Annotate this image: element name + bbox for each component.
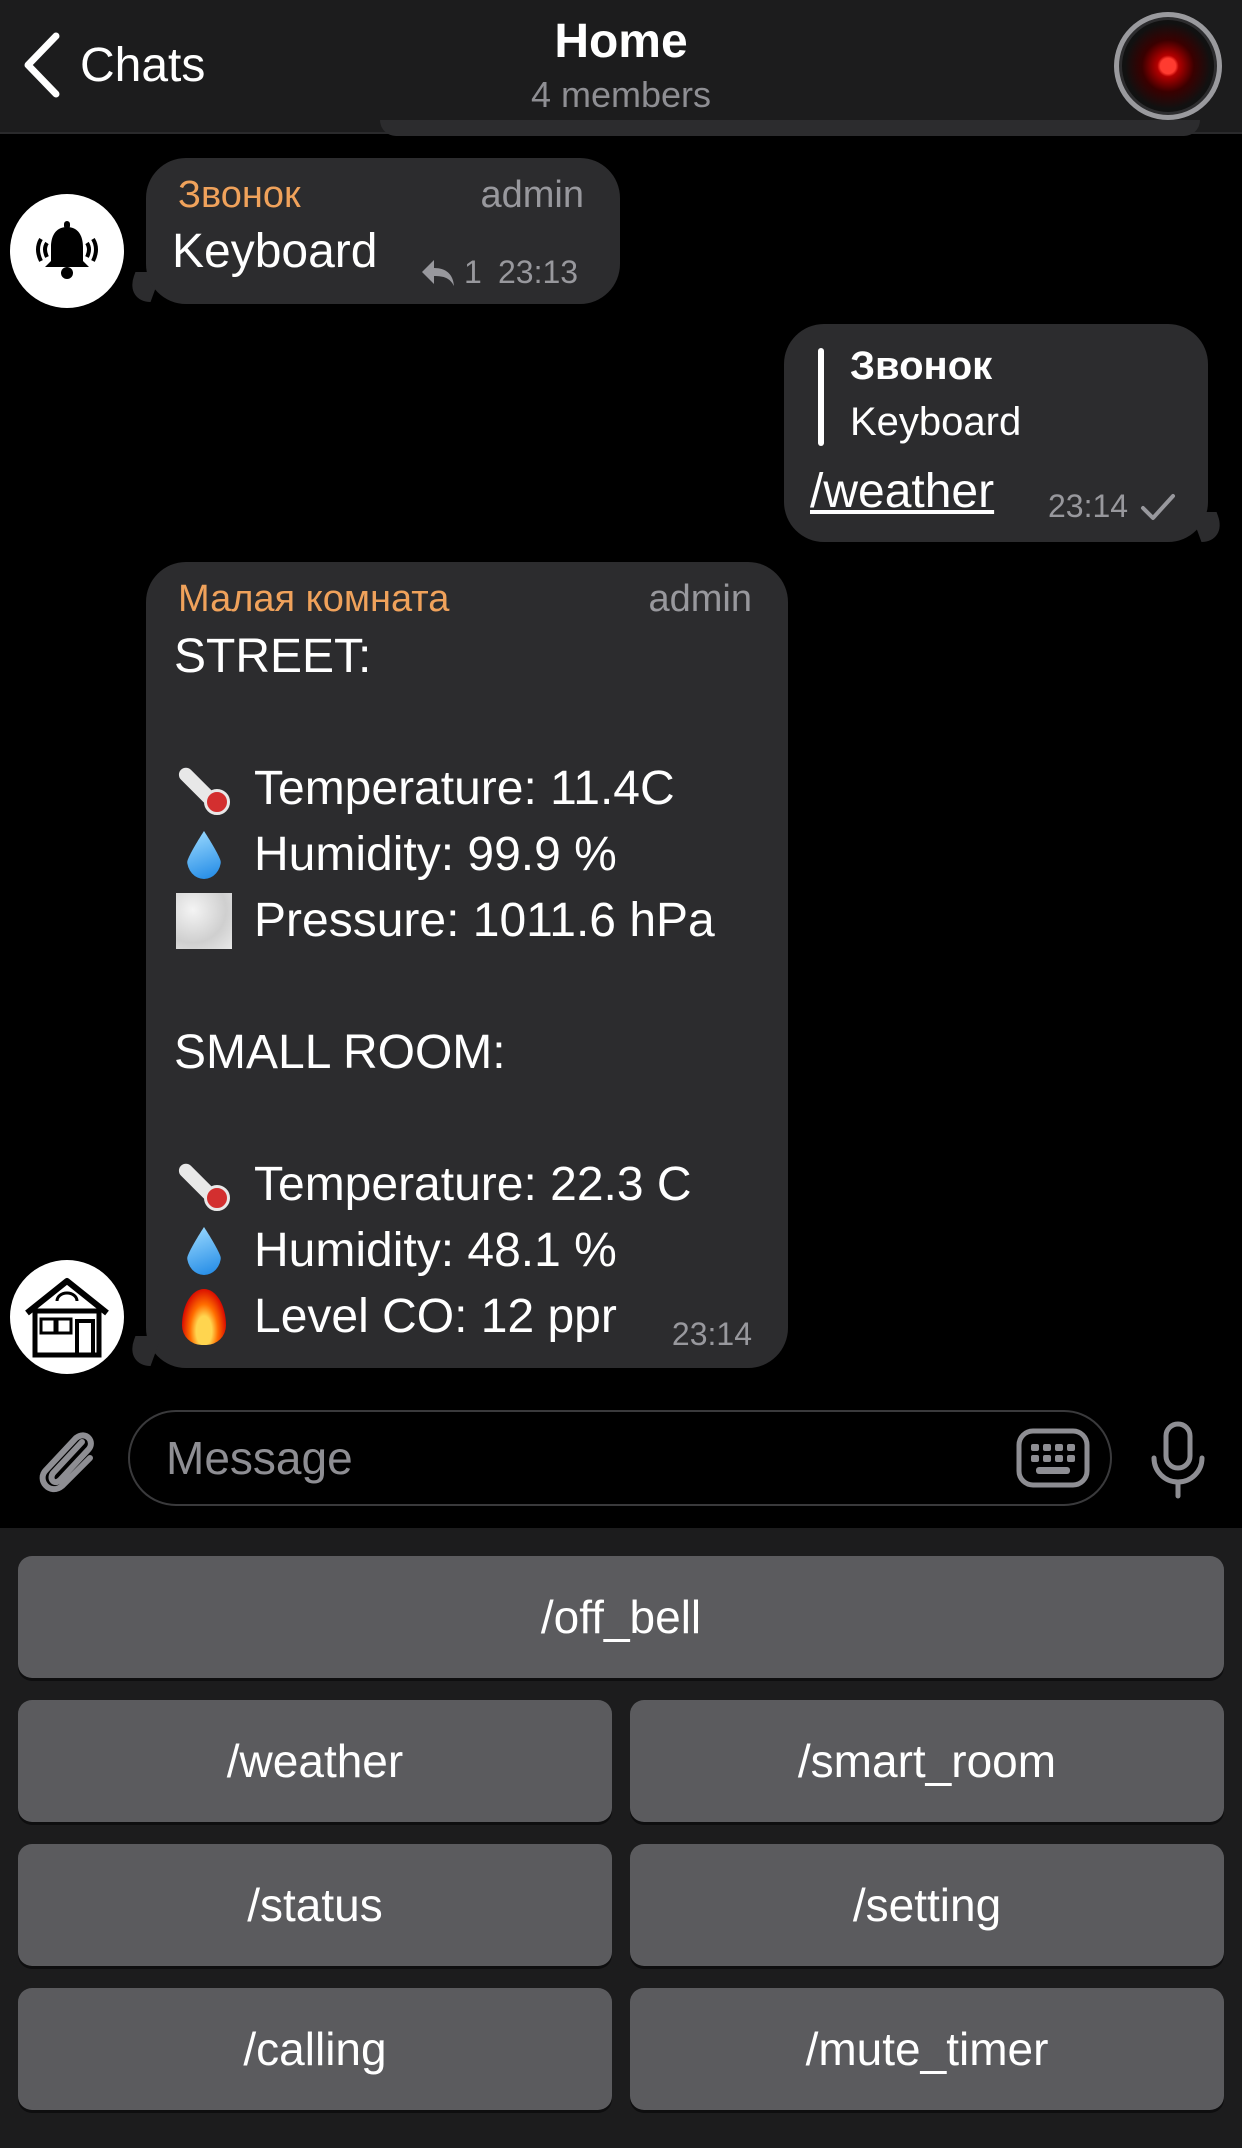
previous-message-edge <box>380 120 1200 136</box>
quote-bar <box>818 348 824 446</box>
bot-reply-keyboard: /off_bell /weather /smart_room /status /… <box>0 1528 1242 2148</box>
room-co-level: Level CO: 12 ppr <box>174 1284 715 1350</box>
command-button-status[interactable]: /status <box>18 1844 612 1966</box>
thermometer-icon <box>174 759 234 819</box>
reply-count: 1 <box>464 254 482 290</box>
room-header: SMALL ROOM: <box>174 1026 506 1079</box>
sent-check-icon <box>1141 494 1175 520</box>
member-count: 4 members <box>530 74 712 115</box>
message-time: 23:14 <box>671 1316 752 1352</box>
thermometer-icon <box>174 1155 234 1215</box>
room-humidity: Humidity: 48.1 % <box>174 1218 715 1284</box>
bot-keyboard-icon[interactable] <box>1016 1428 1090 1488</box>
message-text: Keyboard <box>172 225 378 278</box>
weather-report: STREET: Temperature: 11.4C Humidity: 99.… <box>174 624 715 1350</box>
bubble-tail <box>1190 512 1228 542</box>
paperclip-icon[interactable] <box>30 1420 104 1500</box>
chat-header: Chats Home 4 members <box>0 0 1242 134</box>
message-time: 23:14 <box>1048 488 1129 524</box>
fire-icon <box>182 1289 226 1345</box>
quote-sender: Звонок <box>850 344 993 388</box>
bubble-tail <box>124 1336 162 1366</box>
room-humidity-text: Humidity: 48.1 % <box>254 1224 617 1277</box>
reply-arrow-icon <box>422 259 454 286</box>
message-sender: Малая комната <box>178 578 450 620</box>
command-link[interactable]: /weather <box>810 464 994 519</box>
message-role: admin <box>648 578 753 620</box>
message-input[interactable] <box>128 1410 1112 1506</box>
command-button-weather[interactable]: /weather <box>18 1700 612 1822</box>
group-avatar[interactable] <box>1114 12 1222 120</box>
message-bell[interactable]: Звонок admin Keyboard 1 23:13 <box>146 158 620 304</box>
street-header: STREET: <box>174 630 372 683</box>
droplet-icon <box>187 1227 221 1275</box>
house-bot-avatar[interactable] <box>10 1260 124 1374</box>
bell-bot-avatar[interactable] <box>10 194 124 308</box>
street-temperature-text: Temperature: 11.4C <box>254 762 675 815</box>
command-button-smart-room[interactable]: /smart_room <box>630 1700 1224 1822</box>
quote-text: Keyboard <box>850 400 1022 444</box>
microphone-icon[interactable] <box>1146 1420 1210 1500</box>
message-weather[interactable]: Малая комната admin STREET: Temperature:… <box>146 562 788 1368</box>
composer <box>0 1390 1242 1528</box>
street-temperature: Temperature: 11.4C <box>174 756 715 822</box>
street-humidity: Humidity: 99.9 % <box>174 822 715 888</box>
room-co-text: Level CO: 12 ppr <box>254 1290 617 1343</box>
droplet-icon <box>187 831 221 879</box>
fog-icon <box>176 893 232 949</box>
message-role: admin <box>480 174 585 216</box>
bell-ringing-icon <box>36 221 98 279</box>
command-button-calling[interactable]: /calling <box>18 1988 612 2110</box>
street-pressure-text: Pressure: 1011.6 hPa <box>254 894 715 947</box>
chat-title[interactable]: Home <box>0 14 1242 69</box>
message-sender: Звонок <box>178 174 301 216</box>
room-temperature: Temperature: 22.3 C <box>174 1152 715 1218</box>
room-temperature-text: Temperature: 22.3 C <box>254 1158 692 1211</box>
message-time: 23:13 <box>498 254 579 290</box>
command-button-off-bell[interactable]: /off_bell <box>18 1556 1224 1678</box>
house-icon <box>25 1278 109 1358</box>
street-pressure: Pressure: 1011.6 hPa <box>174 888 715 954</box>
reply-indicator[interactable]: 1 <box>420 254 482 291</box>
command-button-mute-timer[interactable]: /mute_timer <box>630 1988 1224 2110</box>
street-humidity-text: Humidity: 99.9 % <box>254 828 617 881</box>
command-button-setting[interactable]: /setting <box>630 1844 1224 1966</box>
message-outgoing[interactable]: Звонок Keyboard /weather 23:14 <box>784 324 1208 542</box>
